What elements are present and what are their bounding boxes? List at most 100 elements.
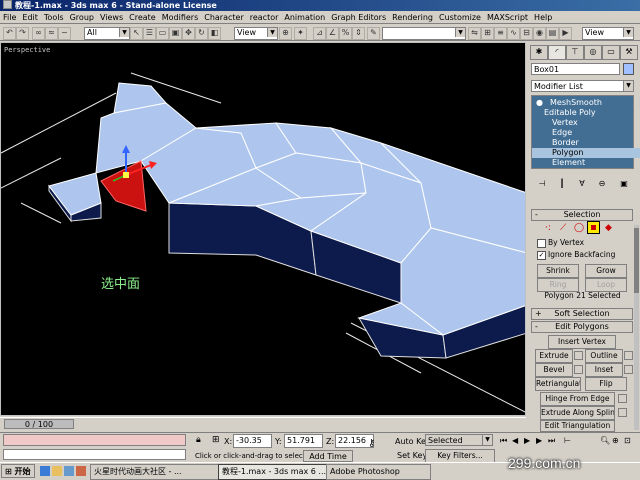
menu-animation[interactable]: Animation [281, 11, 328, 24]
edit-polygons-rollout-header[interactable]: - Edit Polygons [531, 321, 633, 333]
add-time-tag-button[interactable]: Add Time Tag [303, 450, 353, 472]
key-mode-toggle-icon[interactable]: ⊢ [564, 436, 571, 445]
bevel-button[interactable]: Bevel [535, 363, 573, 377]
flip-button[interactable]: Flip [585, 377, 627, 391]
menu-maxscript[interactable]: MAXScript [484, 11, 531, 24]
angle-snap-icon[interactable]: ∠ [326, 27, 339, 40]
stack-item-editable-poly[interactable]: Editable Poly [532, 108, 640, 118]
layer-manager-icon[interactable]: ≡ [494, 27, 507, 40]
ie-icon[interactable] [40, 466, 50, 476]
perspective-viewport[interactable]: Perspective 选中面 [0, 42, 526, 416]
extrude-spline-settings-icon[interactable] [618, 408, 627, 417]
menu-character[interactable]: Character [201, 11, 247, 24]
zoom-all-icon[interactable]: ⊕ [612, 436, 619, 445]
modify-tab-icon[interactable]: ◜ [548, 45, 566, 60]
material-editor-icon[interactable]: ◉ [533, 27, 546, 40]
render-scene-icon[interactable]: ▤ [546, 27, 559, 40]
stack-item-element[interactable]: Element [532, 158, 640, 168]
menu-create[interactable]: Create [126, 11, 159, 24]
zoom-extents-icon[interactable]: ⊡ [624, 436, 631, 445]
task-photoshop[interactable]: Adobe Photoshop [326, 464, 431, 480]
task-browser[interactable]: 火星时代动画大社区 - ... [90, 464, 220, 480]
move-icon[interactable]: ✥ [182, 27, 195, 40]
absolute-mode-icon[interactable]: ⊞ [212, 435, 220, 445]
object-color-swatch[interactable] [623, 63, 634, 75]
retriangulate-button[interactable]: Retriangulate [535, 377, 581, 391]
motion-tab-icon[interactable]: ◎ [584, 45, 602, 60]
reference-coord-dropdown[interactable]: View ▼ [234, 27, 278, 40]
bind-spacewarp-icon[interactable]: ~ [58, 27, 71, 40]
inset-button[interactable]: Inset [585, 363, 623, 377]
stack-item-vertex[interactable]: Vertex [532, 118, 640, 128]
pivot-center-icon[interactable]: ⊕ [279, 27, 292, 40]
polygon-level-icon[interactable] [587, 221, 600, 234]
extrude-along-spline-button[interactable]: Extrude Along Spline [540, 406, 615, 420]
key-mode-dropdown[interactable]: Selected ▼ [425, 434, 493, 446]
redo-icon[interactable]: ↷ [16, 27, 29, 40]
y-coord-field[interactable]: 51.791 [284, 434, 323, 448]
go-to-end-icon[interactable]: ⏭ [548, 436, 555, 446]
named-selection-dropdown[interactable]: ▼ [382, 27, 466, 40]
link-icon[interactable]: ∞ [32, 27, 45, 40]
select-object-icon[interactable]: ↖ [130, 27, 143, 40]
display-tab-icon[interactable]: ▭ [602, 45, 620, 60]
panel-scroll-thumb[interactable] [634, 228, 639, 293]
spinner-snap-icon[interactable]: ⇕ [352, 27, 365, 40]
key-icon[interactable]: ⚷ [368, 438, 375, 449]
menu-reactor[interactable]: reactor [247, 11, 282, 24]
viewport-label[interactable]: Perspective [4, 46, 50, 54]
menu-file[interactable]: File [0, 11, 19, 24]
loop-button[interactable]: Loop [585, 278, 627, 292]
go-to-start-icon[interactable]: ⏮ [500, 436, 507, 446]
align-icon[interactable]: ⊞ [481, 27, 494, 40]
edge-level-icon[interactable]: ⟋ [560, 223, 569, 233]
maxscript-listener-mini[interactable] [3, 434, 186, 446]
extrude-button[interactable]: Extrude [535, 349, 573, 363]
grow-button[interactable]: Grow [585, 264, 627, 278]
start-button[interactable]: ⊞ 开始 [1, 464, 35, 478]
ignore-backfacing-checkbox[interactable]: ✓ [537, 251, 546, 260]
task-3dsmax[interactable]: 教程-1.max - 3ds max 6 ... [218, 464, 328, 480]
next-frame-icon[interactable]: ▶ [536, 436, 542, 445]
quick-render-icon[interactable]: ▶ [559, 27, 572, 40]
menu-edit[interactable]: Edit [19, 11, 41, 24]
select-manipulate-icon[interactable]: ✦ [294, 27, 307, 40]
rect-selection-icon[interactable]: ▭ [156, 27, 169, 40]
curve-editor-icon[interactable]: ∿ [507, 27, 520, 40]
configure-sets-icon[interactable]: ▣ [617, 178, 631, 190]
utilities-tab-icon[interactable]: ⚒ [620, 45, 638, 60]
object-name-field[interactable]: Box01 [531, 63, 620, 75]
edit-named-selection-icon[interactable]: ✎ [367, 27, 380, 40]
snap-toggle-icon[interactable]: ⊿ [313, 27, 326, 40]
schematic-view-icon[interactable]: ⊟ [520, 27, 533, 40]
time-slider-handle[interactable]: 0 / 100 [4, 419, 74, 429]
extrude-settings-icon[interactable] [574, 351, 583, 360]
insert-vertex-button[interactable]: Insert Vertex [548, 335, 616, 349]
stack-item-polygon[interactable]: Polygon [532, 148, 640, 158]
vertex-level-icon[interactable]: ·: [545, 223, 554, 233]
menu-tools[interactable]: Tools [41, 11, 67, 24]
outline-settings-icon[interactable] [624, 351, 633, 360]
lightbulb-icon[interactable]: ● [536, 98, 543, 108]
menu-rendering[interactable]: Rendering [389, 11, 436, 24]
soft-selection-rollout-header[interactable]: + Soft Selection [531, 308, 633, 320]
menu-graph-editors[interactable]: Graph Editors [328, 11, 389, 24]
border-level-icon[interactable]: ◯ [574, 223, 584, 233]
outline-button[interactable]: Outline [585, 349, 623, 363]
explorer-icon[interactable] [52, 466, 62, 476]
bevel-settings-icon[interactable] [574, 365, 583, 374]
menu-group[interactable]: Group [67, 11, 97, 24]
set-key-button[interactable]: Set Key [397, 451, 427, 460]
modifier-list-dropdown[interactable]: Modifier List ▼ [531, 80, 634, 92]
hierarchy-tab-icon[interactable]: ⊤ [566, 45, 584, 60]
play-icon[interactable]: ▶ [524, 436, 530, 445]
percent-snap-icon[interactable]: % [339, 27, 352, 40]
undo-icon[interactable]: ↶ [3, 27, 16, 40]
scale-icon[interactable]: ◧ [208, 27, 221, 40]
menu-modifiers[interactable]: Modifiers [159, 11, 202, 24]
stack-item-meshsmooth[interactable]: ● MeshSmooth [532, 98, 640, 108]
zoom-icon[interactable]: 🔍︎ [600, 436, 610, 445]
select-by-name-icon[interactable]: ☰ [143, 27, 156, 40]
key-filters-button[interactable]: Key Filters... [425, 449, 495, 463]
render-type-dropdown[interactable]: View ▼ [582, 27, 634, 40]
